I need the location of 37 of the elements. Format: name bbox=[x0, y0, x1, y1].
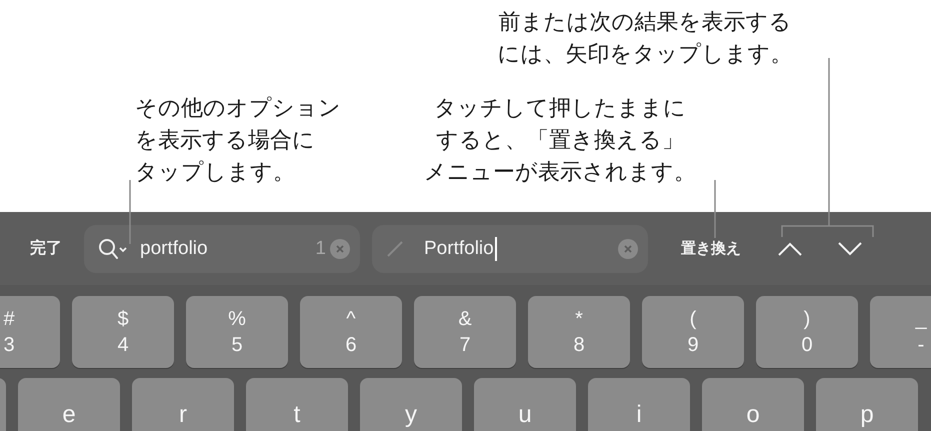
pencil-icon bbox=[386, 240, 404, 258]
keyboard-key[interactable]: u bbox=[474, 378, 576, 431]
keyboard-key[interactable]: % 5 bbox=[186, 296, 288, 368]
callout-text: を表示する場合に bbox=[135, 126, 315, 154]
replace-field[interactable]: Portfolio bbox=[372, 224, 648, 272]
keyboard-key[interactable]: e bbox=[18, 378, 120, 431]
close-icon bbox=[623, 244, 633, 254]
leader-line bbox=[129, 180, 131, 244]
callout-text: すると、「置き換える」 bbox=[436, 126, 684, 154]
keyboard-key[interactable]: # 3 bbox=[0, 296, 60, 368]
callout-text: メニューが表示されます。 bbox=[424, 158, 696, 186]
keyboard-key[interactable]: ) 0 bbox=[756, 296, 858, 368]
chevron-up-icon bbox=[777, 240, 803, 256]
keyboard-key[interactable]: t bbox=[246, 378, 348, 431]
keyboard-key[interactable]: r bbox=[132, 378, 234, 431]
keyboard-key[interactable]: i bbox=[588, 378, 690, 431]
done-button[interactable]: 完了 bbox=[22, 234, 70, 263]
keyboard-key[interactable]: _ - bbox=[870, 296, 931, 368]
keyboard-key[interactable]: o bbox=[702, 378, 804, 431]
keyboard-key[interactable]: & 7 bbox=[414, 296, 516, 368]
keyboard-key[interactable]: ( 9 bbox=[642, 296, 744, 368]
replace-button[interactable]: 置き換え bbox=[673, 235, 749, 262]
callout-text: タッチして押したままに bbox=[434, 94, 686, 122]
keyboard-key[interactable]: p bbox=[816, 378, 918, 431]
search-field[interactable]: portfolio 1 bbox=[84, 224, 360, 272]
keyboard-key[interactable]: $ 4 bbox=[72, 296, 174, 368]
keyboard-key[interactable]: * 8 bbox=[528, 296, 630, 368]
callout-text: その他のオプション bbox=[135, 94, 341, 122]
keyboard-key[interactable]: ^ 6 bbox=[300, 296, 402, 368]
leader-line bbox=[714, 180, 716, 238]
keyboard-key[interactable]: y bbox=[360, 378, 462, 431]
callout-text: タップします。 bbox=[135, 158, 295, 186]
match-count: 1 bbox=[315, 238, 326, 260]
close-icon bbox=[335, 244, 345, 254]
chevron-down-icon bbox=[837, 240, 863, 256]
callout-text: 前または次の結果を表示する bbox=[498, 8, 792, 36]
callout-text: には、矢印をタップします。 bbox=[498, 40, 792, 68]
